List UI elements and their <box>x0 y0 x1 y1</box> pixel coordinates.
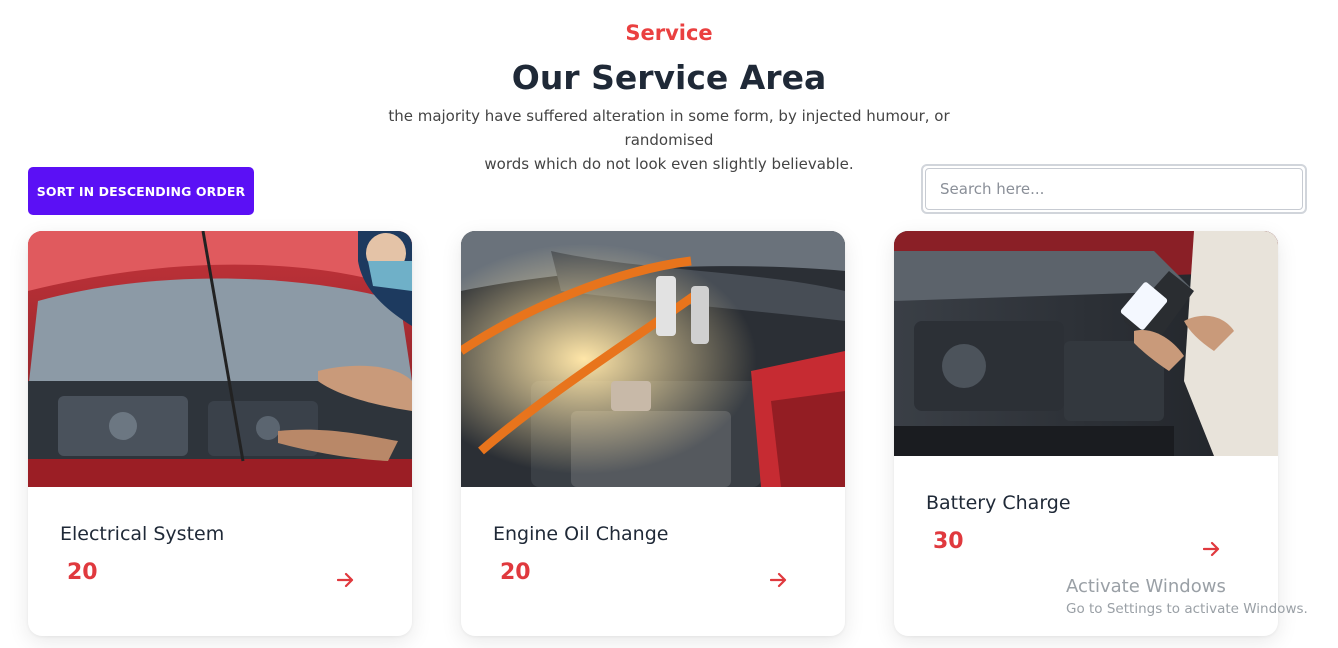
watermark-subtitle: Go to Settings to activate Windows. <box>1066 601 1308 617</box>
service-card-engine-oil-change[interactable]: Engine Oil Change 20 <box>461 231 845 636</box>
section-eyebrow: Service <box>625 21 713 45</box>
search-input[interactable] <box>925 168 1303 210</box>
arrow-right-icon[interactable] <box>1199 536 1225 562</box>
card-title: Engine Oil Change <box>493 523 669 545</box>
arrow-right-icon[interactable] <box>766 567 792 593</box>
card-price: 20 <box>500 560 531 585</box>
subtitle-line-1: the majority have suffered alteration in… <box>388 107 950 149</box>
card-title: Electrical System <box>60 523 225 545</box>
battery-tester-photo <box>894 231 1278 456</box>
card-title: Battery Charge <box>926 492 1071 514</box>
section-subtitle: the majority have suffered alteration in… <box>357 104 981 176</box>
card-price: 30 <box>933 529 964 554</box>
page-title: Our Service Area <box>511 58 827 97</box>
service-card-electrical-system[interactable]: Electrical System 20 <box>28 231 412 636</box>
sort-descending-button[interactable]: SORT IN DESCENDING ORDER <box>28 167 254 215</box>
arrow-right-icon[interactable] <box>333 567 359 593</box>
watermark-title: Activate Windows <box>1066 576 1226 597</box>
activate-windows-watermark: Activate Windows Go to Settings to activ… <box>1066 575 1308 619</box>
mechanic-inspecting-engine-photo <box>28 231 412 487</box>
service-page: Service Our Service Area the majority ha… <box>0 0 1338 648</box>
search-box <box>921 164 1307 214</box>
card-price: 20 <box>67 560 98 585</box>
jumper-cables-on-battery-photo <box>461 231 845 487</box>
subtitle-line-2: words which do not look even slightly be… <box>484 155 854 173</box>
